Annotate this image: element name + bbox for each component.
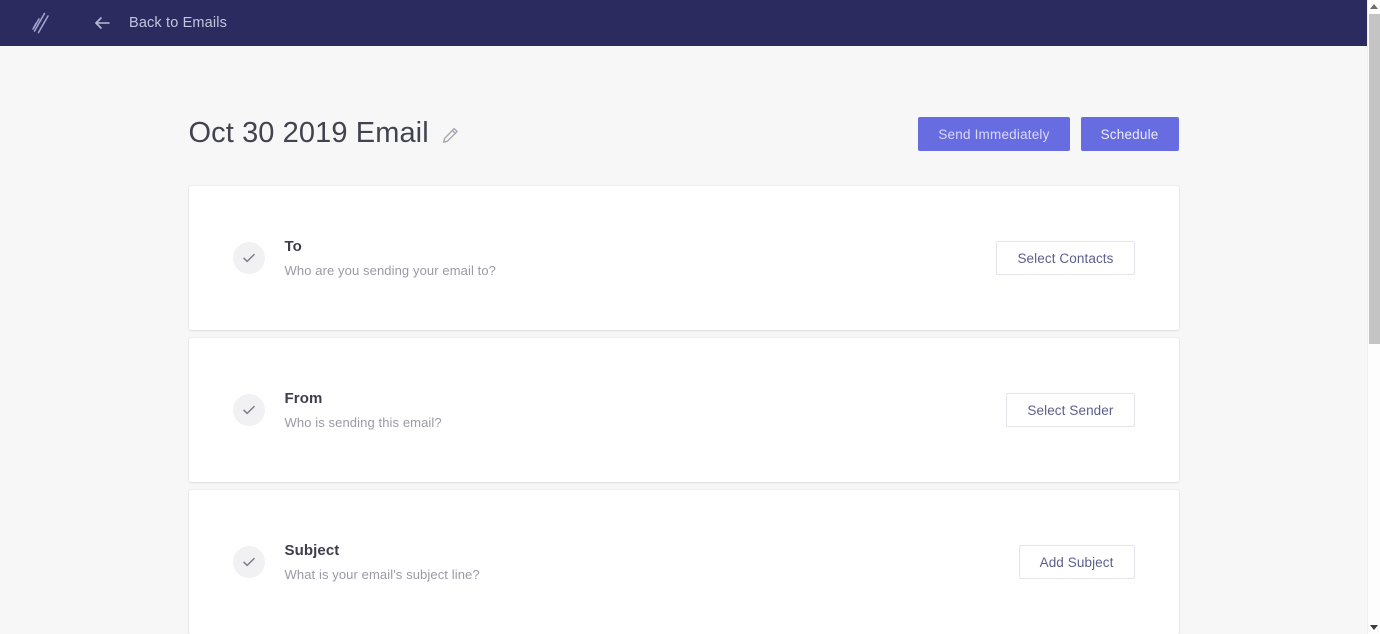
select-contacts-button[interactable]: Select Contacts: [996, 241, 1135, 275]
card-subject-subtitle: What is your email's subject line?: [284, 567, 480, 582]
add-subject-button[interactable]: Add Subject: [1018, 545, 1135, 579]
content-container: Oct 30 2019 Email Send Immediately Sched…: [188, 108, 1179, 634]
select-sender-button[interactable]: Select Sender: [1006, 393, 1135, 427]
card-to-info: To Who are you sending your email to?: [232, 238, 997, 278]
scrollbar-thumb[interactable]: [1369, 14, 1380, 344]
card-from-info: From Who is sending this email?: [232, 390, 1007, 430]
card-from-text: From Who is sending this email?: [285, 390, 442, 430]
send-immediately-button[interactable]: Send Immediately: [918, 117, 1070, 151]
setup-cards-list: To Who are you sending your email to? Se…: [188, 186, 1179, 634]
card-to: To Who are you sending your email to? Se…: [188, 186, 1179, 330]
scroll-down-arrow-icon[interactable]: [1368, 621, 1380, 634]
card-from: From Who is sending this email? Select S…: [188, 338, 1179, 482]
scroll-up-arrow-icon[interactable]: [1368, 0, 1380, 13]
pencil-icon[interactable]: [441, 126, 460, 145]
card-to-title: To: [284, 238, 302, 255]
title-actions: Send Immediately Schedule: [918, 117, 1179, 151]
brand-logo[interactable]: [28, 10, 54, 36]
check-icon: [232, 242, 265, 274]
check-icon: [232, 394, 265, 426]
vertical-scrollbar[interactable]: [1367, 0, 1380, 634]
title-row: Oct 30 2019 Email Send Immediately Sched…: [189, 108, 1179, 160]
card-subject-text: Subject What is your email's subject lin…: [285, 542, 480, 582]
check-icon: [232, 546, 265, 578]
card-to-text: To Who are you sending your email to?: [285, 238, 497, 278]
schedule-button[interactable]: Schedule: [1080, 117, 1179, 151]
card-from-title: From: [284, 390, 323, 407]
top-navigation-bar: Back to Emails: [0, 0, 1367, 46]
card-subject: Subject What is your email's subject lin…: [188, 490, 1179, 634]
page-title: Oct 30 2019 Email: [188, 117, 429, 150]
app-root: Back to Emails Oct 30 2019 Email Send Im…: [0, 0, 1380, 634]
arrow-left-icon: [92, 13, 112, 33]
back-to-emails-link[interactable]: Back to Emails: [92, 0, 227, 46]
card-subject-title: Subject: [284, 542, 340, 559]
card-subject-info: Subject What is your email's subject lin…: [232, 542, 1019, 582]
card-from-subtitle: Who is sending this email?: [284, 415, 442, 430]
card-to-subtitle: Who are you sending your email to?: [284, 263, 497, 278]
page-body: Oct 30 2019 Email Send Immediately Sched…: [0, 46, 1367, 634]
title-group: Oct 30 2019 Email: [188, 117, 460, 150]
back-to-emails-label: Back to Emails: [129, 15, 227, 31]
